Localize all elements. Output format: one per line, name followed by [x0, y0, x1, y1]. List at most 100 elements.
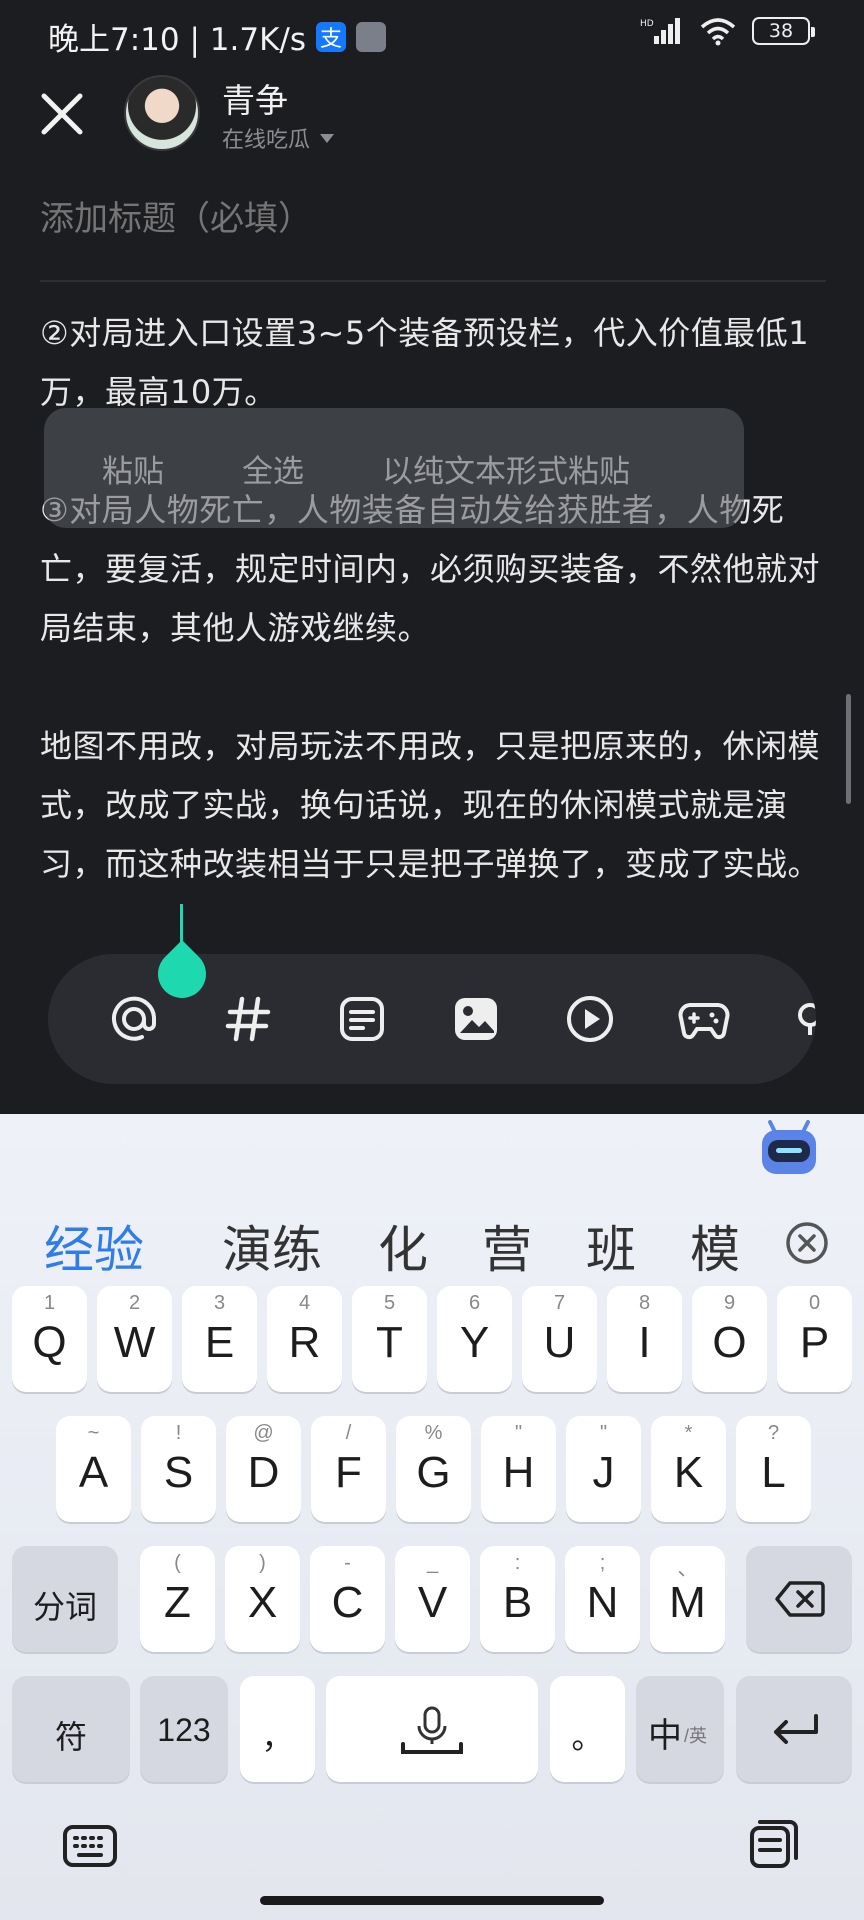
backspace-icon: [775, 1581, 825, 1617]
key-letter: L: [761, 1448, 786, 1497]
key-hint: -: [344, 1552, 351, 1574]
language-switch-key[interactable]: 中 /英: [636, 1676, 724, 1782]
status-label: 在线吃瓜: [222, 128, 311, 153]
key-letter: Q: [32, 1318, 67, 1367]
key-hint: @: [253, 1422, 274, 1444]
key-z[interactable]: (Z: [140, 1546, 215, 1652]
post-body-editor[interactable]: ②对局进入口设置3~5个装备预设栏，代入价值最低1万，最高10万。 ③对局人物死…: [40, 304, 830, 894]
svg-text:HD: HD: [640, 19, 654, 29]
key-y[interactable]: 6Y: [437, 1286, 512, 1392]
more-icon[interactable]: [788, 991, 816, 1047]
key-g[interactable]: % G: [396, 1416, 471, 1522]
period-key[interactable]: 。: [550, 1676, 625, 1782]
key-hint: 6: [468, 1292, 481, 1314]
key-hint: ~: [87, 1422, 100, 1444]
select-all-button[interactable]: 全选: [242, 446, 304, 491]
candidate-word[interactable]: 演练: [222, 1210, 322, 1282]
key-d[interactable]: @ D: [226, 1416, 301, 1522]
document-icon[interactable]: [334, 991, 390, 1047]
paste-plain-text-button[interactable]: 以纯文本形式粘贴: [382, 446, 630, 491]
avatar[interactable]: [124, 75, 200, 151]
key-r[interactable]: 4R: [267, 1286, 342, 1392]
key-t[interactable]: 5T: [352, 1286, 427, 1392]
video-icon[interactable]: [562, 991, 618, 1047]
key-hint: %: [424, 1422, 443, 1444]
key-s[interactable]: ! S: [141, 1416, 216, 1522]
key-letter: B: [502, 1578, 533, 1627]
key-c[interactable]: -C: [310, 1546, 385, 1652]
number-key[interactable]: 123: [140, 1676, 228, 1782]
segment-key[interactable]: 分词: [12, 1546, 118, 1652]
key-f[interactable]: / F: [311, 1416, 386, 1522]
key-letter: N: [586, 1578, 619, 1627]
keyboard-switch-icon[interactable]: [62, 1824, 118, 1868]
microphone-icon: [401, 1706, 463, 1754]
candidate-word[interactable]: 班: [586, 1210, 636, 1282]
username: 青争: [222, 81, 288, 120]
app-notification-icon: [356, 21, 386, 52]
title-input[interactable]: [40, 200, 824, 239]
backspace-key[interactable]: [746, 1546, 852, 1652]
key-e[interactable]: 3E: [182, 1286, 257, 1392]
alipay-icon: 支: [316, 21, 346, 52]
key-hint: ": [514, 1422, 523, 1444]
candidate-word[interactable]: 经验: [44, 1210, 144, 1282]
symbol-key[interactable]: 符: [12, 1676, 130, 1782]
image-icon[interactable]: [448, 991, 504, 1047]
key-letter: S: [163, 1448, 194, 1497]
status-bar-right: HD 38: [640, 16, 815, 46]
candidate-word[interactable]: 营: [482, 1210, 532, 1282]
segment-key-label: 分词: [32, 1589, 97, 1625]
key-i[interactable]: 8I: [607, 1286, 682, 1392]
key-hint: 2: [128, 1292, 141, 1314]
comma-key[interactable]: ，: [240, 1676, 315, 1782]
key-p[interactable]: 0P: [777, 1286, 852, 1392]
keyboard-assistant-icon[interactable]: [758, 1120, 820, 1178]
key-hint: 9: [723, 1292, 736, 1314]
home-indicator[interactable]: [260, 1896, 604, 1905]
language-key-main: 中: [648, 1717, 682, 1755]
paragraph: 地图不用改，对局玩法不用改，只是把原来的，休闲模式，改成了实战，换句话说，现在的…: [40, 727, 821, 883]
key-n[interactable]: ; N: [565, 1546, 640, 1652]
clipboard-icon[interactable]: [748, 1818, 800, 1870]
key-l[interactable]: ? L: [736, 1416, 811, 1522]
close-candidates-icon[interactable]: [784, 1220, 830, 1266]
key-j[interactable]: " J: [566, 1416, 641, 1522]
at-icon[interactable]: [106, 991, 162, 1047]
key-o[interactable]: 9O: [692, 1286, 767, 1392]
game-controller-icon[interactable]: [676, 991, 732, 1047]
key-a[interactable]: ~ A: [56, 1416, 131, 1522]
key-k[interactable]: * K: [651, 1416, 726, 1522]
time-and-speed: 晚上7:10 | 1.7K/s: [48, 22, 306, 58]
key-x[interactable]: ) X: [225, 1546, 300, 1652]
paste-button[interactable]: 粘贴: [102, 446, 164, 491]
scrollbar[interactable]: [846, 694, 851, 804]
key-w[interactable]: 2W: [97, 1286, 172, 1392]
key-letter: Z: [164, 1578, 191, 1627]
text-context-menu: 粘贴 全选 以纯文本形式粘贴: [44, 408, 744, 528]
key-h[interactable]: " H: [481, 1416, 556, 1522]
enter-key[interactable]: [736, 1676, 852, 1782]
close-icon[interactable]: [36, 88, 88, 140]
paragraph: ②对局进入口设置3~5个装备预设栏，代入价值最低1万，最高10万。: [40, 314, 810, 411]
chevron-down-icon: [320, 133, 335, 143]
key-hint: (: [174, 1552, 181, 1574]
key-letter: M: [669, 1578, 706, 1627]
key-u[interactable]: 7U: [522, 1286, 597, 1392]
key-letter: W: [113, 1318, 156, 1367]
key-hint: ": [599, 1422, 608, 1444]
key-letter: G: [416, 1448, 451, 1497]
key-hint: 5: [383, 1292, 396, 1314]
paragraph-blank: [40, 658, 830, 717]
candidate-word[interactable]: 化: [378, 1210, 428, 1282]
candidate-bar: 经验 演练 化 营 班 模: [0, 1200, 864, 1290]
key-q[interactable]: 1Q: [12, 1286, 87, 1392]
candidate-word[interactable]: 模: [690, 1210, 750, 1282]
space-key[interactable]: [326, 1676, 538, 1782]
key-v[interactable]: _ V: [395, 1546, 470, 1652]
hashtag-icon[interactable]: [220, 991, 276, 1047]
status-selector[interactable]: 在线吃瓜: [222, 122, 335, 154]
key-m[interactable]: 、 M: [650, 1546, 725, 1652]
key-b[interactable]: :B: [480, 1546, 555, 1652]
key-letter: Y: [459, 1318, 490, 1367]
